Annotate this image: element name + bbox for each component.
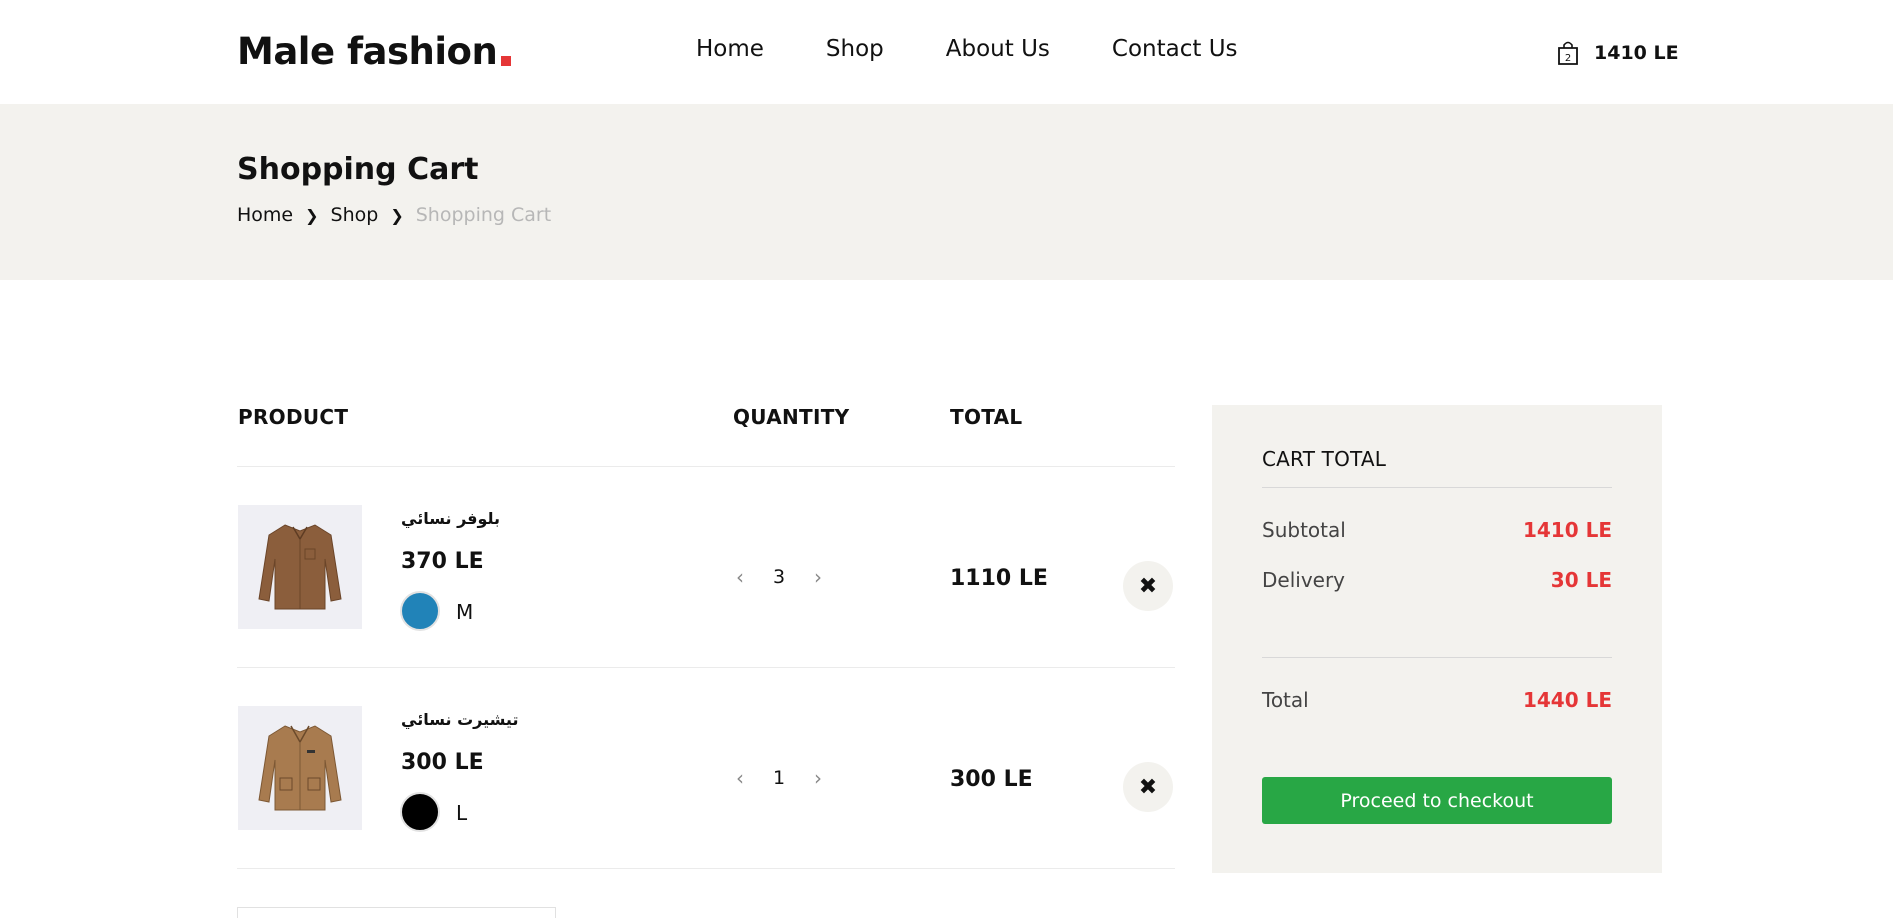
nav-contact-us[interactable]: Contact Us [1112,36,1238,62]
chevron-left-icon[interactable]: ‹ [730,565,750,589]
subtotal-row: Subtotal 1410 LE [1262,518,1612,542]
breadcrumb-home[interactable]: Home [237,204,293,226]
main-nav: Home Shop About Us Contact Us [696,36,1300,62]
remove-item-button[interactable]: ✖ [1123,762,1173,812]
nav-shop[interactable]: Shop [826,36,884,62]
breadcrumb-shop[interactable]: Shop [331,204,379,226]
color-swatch [400,591,440,631]
divider [1262,487,1612,488]
divider [1262,657,1612,658]
column-header-total: TOTAL [950,405,1023,429]
site-header: Male fashion Home Shop About Us Contact … [0,0,1893,104]
product-price: 370 LE [401,549,484,574]
breadcrumb: Home ❯ Shop ❯ Shopping Cart [237,204,551,226]
quantity-stepper: ‹ 1 › [730,766,828,790]
total-row: Total 1440 LE [1262,688,1612,712]
delivery-label: Delivery [1262,568,1346,592]
page-title: Shopping Cart [237,152,479,187]
product-size: M [456,600,474,624]
cart-row: بلوفر نسائي 370 LE M ‹ 3 › 1110 LE ✖ [237,467,1175,668]
quantity-value[interactable]: 3 [750,566,808,588]
delivery-row: Delivery 30 LE [1262,568,1612,592]
cart-total-panel: CART TOTAL Subtotal 1410 LE Delivery 30 … [1212,405,1662,873]
chevron-left-icon[interactable]: ‹ [730,766,750,790]
row-total: 300 LE [950,767,1033,792]
close-icon: ✖ [1138,774,1158,800]
logo-dot [501,56,512,66]
proceed-to-checkout-button[interactable]: Proceed to checkout [1262,777,1612,824]
breadcrumb-current: Shopping Cart [415,204,552,226]
total-value: 1440 LE [1522,688,1612,712]
shopping-bag-icon[interactable]: 2 [1557,40,1579,66]
cart-count: 2 [1565,53,1571,64]
chevron-right-icon[interactable]: › [808,766,828,790]
header-cart[interactable]: 2 1410 LE [1557,40,1679,66]
product-name[interactable]: تيشيرت نسائي [401,710,518,729]
quantity-value[interactable]: 1 [750,767,808,789]
product-size: L [456,801,468,825]
product-image[interactable] [238,706,362,830]
coupon-input-box[interactable] [237,907,556,918]
chevron-right-icon[interactable]: › [808,565,828,589]
nav-about-us[interactable]: About Us [946,36,1050,62]
close-icon: ✖ [1138,573,1158,599]
subtotal-value: 1410 LE [1522,518,1612,542]
color-swatch [400,792,440,832]
logo-text: Male fashion [237,30,498,73]
cart-total-title: CART TOTAL [1262,447,1387,471]
total-label: Total [1262,688,1309,712]
column-header-product: PRODUCT [238,405,349,429]
quantity-stepper: ‹ 3 › [730,565,828,589]
column-header-quantity: QUANTITY [733,405,850,429]
breadcrumb-banner: Shopping Cart Home ❯ Shop ❯ Shopping Car… [0,104,1893,280]
subtotal-label: Subtotal [1262,518,1346,542]
cart-amount: 1410 LE [1594,42,1679,64]
row-total: 1110 LE [950,566,1048,591]
chevron-right-icon: ❯ [390,205,404,225]
site-logo[interactable]: Male fashion [237,30,512,73]
remove-item-button[interactable]: ✖ [1123,561,1173,611]
chevron-right-icon: ❯ [305,205,319,225]
product-name[interactable]: بلوفر نسائي [401,509,500,528]
tan-jacket-image [258,725,342,811]
delivery-value: 30 LE [1550,568,1612,592]
product-price: 300 LE [401,750,484,775]
cart-row: تيشيرت نسائي 300 LE L ‹ 1 › 300 LE ✖ [237,668,1175,869]
product-image[interactable] [238,505,362,629]
nav-home[interactable]: Home [696,36,764,62]
brown-shirt-image [258,524,342,610]
